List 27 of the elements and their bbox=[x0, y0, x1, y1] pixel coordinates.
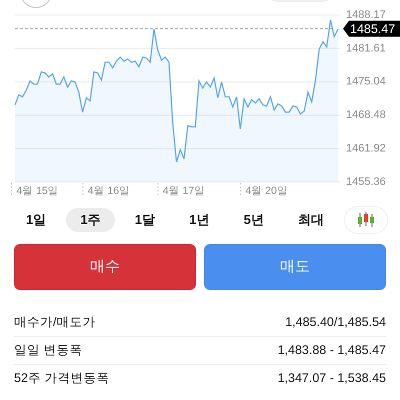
chart-type-button[interactable] bbox=[344, 206, 388, 234]
range-tab[interactable]: 1달 bbox=[120, 208, 170, 232]
x-axis-label: 4월 15일 bbox=[16, 185, 59, 197]
stat-label: 일일 변동폭 bbox=[14, 342, 82, 360]
x-axis-label: 4월 16일 bbox=[88, 185, 130, 197]
buy-button[interactable]: 매수 bbox=[14, 244, 196, 290]
ref-line-label: 1485.47 bbox=[350, 22, 396, 36]
stat-label: 52주 가격변동폭 bbox=[14, 370, 110, 388]
stat-value: 1,347.07 - 1,538.45 bbox=[278, 370, 386, 388]
candlestick-icon bbox=[357, 212, 375, 228]
y-axis-label: 1488.17 bbox=[346, 10, 386, 21]
y-axis-label: 1455.36 bbox=[346, 176, 386, 188]
stat-value: 1,485.40/1,485.54 bbox=[285, 314, 386, 331]
range-tab[interactable]: 1년 bbox=[175, 208, 224, 232]
range-tab[interactable]: 1일 bbox=[12, 208, 60, 232]
y-axis-label: 1461.92 bbox=[346, 142, 386, 155]
y-axis-label: 1468.48 bbox=[346, 109, 386, 122]
x-axis-label: 4월 20일 bbox=[245, 185, 288, 197]
range-tab[interactable]: 1주 bbox=[66, 208, 115, 232]
stat-label: 매수가/매도가 bbox=[14, 314, 96, 331]
price-tag: 1485.47 bbox=[343, 20, 400, 37]
x-axis-label: 4월 17일 bbox=[162, 185, 206, 197]
range-tab[interactable]: 최대 bbox=[284, 208, 338, 232]
y-axis-label: 1481.61 bbox=[346, 42, 386, 54]
range-tab[interactable]: 5년 bbox=[230, 208, 278, 232]
stat-value: 1,483.88 - 1,485.47 bbox=[278, 342, 386, 360]
y-axis-label: 1475.04 bbox=[346, 76, 386, 88]
